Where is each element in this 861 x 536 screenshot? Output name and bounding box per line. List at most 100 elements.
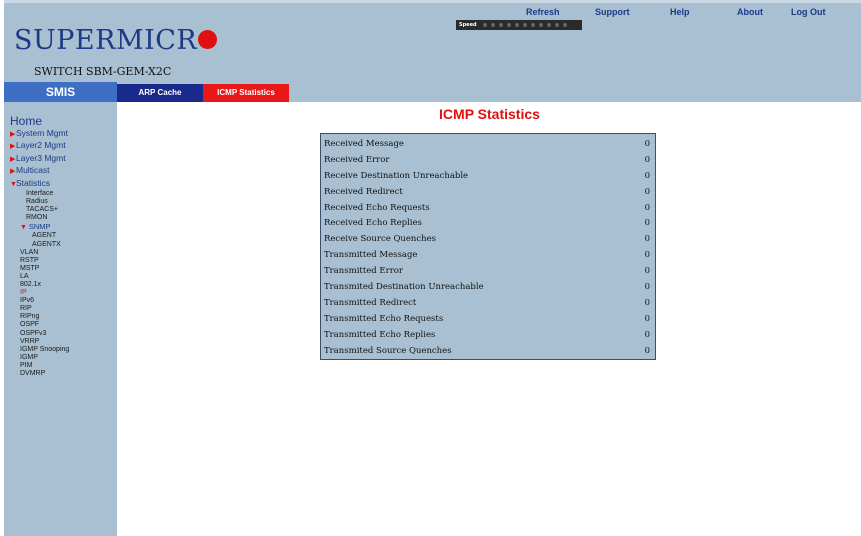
stats-row: Transmitted Error 0 bbox=[321, 263, 655, 279]
stat-label: Transmitted Echo Requests bbox=[324, 313, 444, 324]
stat-label: Receive Source Quenches bbox=[324, 234, 437, 245]
supermicro-logo: SUPERMICR bbox=[14, 25, 218, 56]
sidebar-sub-radius[interactable]: Radius bbox=[10, 198, 69, 206]
sidebar-sub-agent[interactable]: AGENT bbox=[10, 232, 69, 240]
stat-value: 0 bbox=[644, 218, 650, 229]
speed-label: Speed bbox=[459, 22, 477, 28]
sidebar-item-label: System Mgmt bbox=[16, 128, 68, 138]
stat-value: 0 bbox=[644, 250, 650, 261]
stats-row: Transmited Source Quenches 0 bbox=[321, 343, 655, 359]
logo-text: SUPERMICR bbox=[14, 25, 198, 56]
sidebar-item-layer2-mgmt[interactable]: ▶Layer2 Mgmt bbox=[10, 140, 69, 152]
sidebar-sub-rip[interactable]: RIP bbox=[10, 305, 69, 313]
sidebar-item-label: Statistics bbox=[16, 177, 51, 188]
sidebar-item-system-mgmt[interactable]: ▶System Mgmt bbox=[10, 128, 69, 140]
stat-value: 0 bbox=[644, 202, 650, 213]
sidebar-sub-la[interactable]: LA bbox=[10, 273, 69, 281]
sidebar-sub-vlan[interactable]: VLAN bbox=[10, 249, 69, 257]
port-led-icon bbox=[522, 23, 527, 27]
stat-value: 0 bbox=[644, 186, 650, 197]
sidebar-sub-rmon[interactable]: RMON bbox=[10, 214, 69, 222]
port-led-icon bbox=[506, 23, 511, 27]
help-link[interactable]: Help bbox=[670, 7, 690, 17]
stats-row: Transmitted Redirect 0 bbox=[321, 295, 655, 311]
sidebar-item-multicast[interactable]: ▶Multicast bbox=[10, 165, 69, 177]
sidebar-item-layer3-mgmt[interactable]: ▶Layer3 Mgmt bbox=[10, 153, 69, 165]
sidebar-item-label: SNMP bbox=[28, 222, 51, 232]
refresh-link[interactable]: Refresh bbox=[526, 7, 560, 17]
sidebar-item-statistics[interactable]: ▼Statistics bbox=[10, 178, 69, 190]
sidebar-sub-igmp-snooping[interactable]: IGMP Snooping bbox=[10, 346, 69, 354]
port-led-icon bbox=[546, 23, 551, 27]
stats-row: Received Echo Requests 0 bbox=[321, 200, 655, 216]
sidebar-sub-ipv6[interactable]: IPv6 bbox=[10, 297, 69, 305]
stat-label: Receive Destination Unreachable bbox=[324, 170, 469, 181]
sidebar-sub-ospfv3[interactable]: OSPFv3 bbox=[10, 330, 69, 338]
stat-label: Received Redirect bbox=[324, 186, 403, 197]
stat-label: Transmited Source Quenches bbox=[324, 345, 452, 356]
stat-label: Transmitted Redirect bbox=[324, 297, 417, 308]
sidebar-sub-agentx[interactable]: AGENTX bbox=[10, 241, 69, 249]
sidebar-sub-snmp[interactable]: ▼ SNMP bbox=[10, 222, 69, 232]
sidebar-sub-8021x[interactable]: 802.1x bbox=[10, 281, 69, 289]
sidebar-sub-dvmrp[interactable]: DVMRP bbox=[10, 370, 69, 378]
sidebar-item-label: Multicast bbox=[16, 165, 50, 176]
about-link[interactable]: About bbox=[737, 7, 763, 17]
stats-row: Received Echo Replies 0 bbox=[321, 215, 655, 231]
sidebar: Home ▶System Mgmt ▶Layer2 Mgmt ▶Layer3 M… bbox=[4, 102, 117, 536]
stat-value: 0 bbox=[644, 329, 650, 340]
stat-label: Received Echo Requests bbox=[324, 202, 430, 213]
sidebar-sub-tacacs[interactable]: TACACS+ bbox=[10, 206, 69, 214]
stat-label: Received Message bbox=[324, 138, 404, 149]
stats-row: Received Error 0 bbox=[321, 152, 655, 168]
stats-row: Transmitted Message 0 bbox=[321, 247, 655, 263]
port-led-icon bbox=[538, 23, 543, 27]
sidebar-item-label: Layer2 Mgmt bbox=[16, 140, 66, 151]
stat-label: Transmitted Error bbox=[324, 266, 403, 277]
smis-label: SMIS bbox=[4, 82, 117, 102]
stat-label: Received Echo Replies bbox=[324, 218, 422, 229]
stat-value: 0 bbox=[644, 345, 650, 356]
port-led-icon bbox=[514, 23, 519, 27]
sidebar-sub-vrrp[interactable]: VRRP bbox=[10, 338, 69, 346]
sidebar-sub-ip-active[interactable]: IP bbox=[10, 289, 69, 297]
support-link[interactable]: Support bbox=[595, 7, 630, 17]
port-led-icon bbox=[530, 23, 535, 27]
stat-value: 0 bbox=[644, 281, 650, 292]
sidebar-menu: ▶System Mgmt ▶Layer2 Mgmt ▶Layer3 Mgmt ▶… bbox=[10, 128, 69, 378]
port-led-icon bbox=[562, 23, 567, 27]
stats-row: Received Message 0 bbox=[321, 136, 655, 152]
stats-row: Receive Destination Unreachable 0 bbox=[321, 168, 655, 184]
sidebar-sub-igmp[interactable]: IGMP bbox=[10, 354, 69, 362]
port-led-icon bbox=[482, 23, 487, 27]
stat-value: 0 bbox=[644, 234, 650, 245]
sidebar-home-link[interactable]: Home bbox=[10, 114, 42, 128]
sidebar-sub-pim[interactable]: PIM bbox=[10, 362, 69, 370]
sidebar-sub-ripng[interactable]: RIPng bbox=[10, 313, 69, 321]
header-bar: SUPERMICR SWITCH SBM-GEM-X2C Speed Refre… bbox=[4, 0, 861, 82]
stat-label: Transmitted Message bbox=[324, 250, 418, 261]
port-led-icon bbox=[490, 23, 495, 27]
stats-row: Received Redirect 0 bbox=[321, 184, 655, 200]
port-led-icon bbox=[498, 23, 503, 27]
stat-value: 0 bbox=[644, 297, 650, 308]
tab-icmp-statistics[interactable]: ICMP Statistics bbox=[203, 84, 289, 102]
port-led-icon bbox=[554, 23, 559, 27]
sidebar-sub-mstp[interactable]: MSTP bbox=[10, 265, 69, 273]
page-title: ICMP Statistics bbox=[439, 106, 540, 122]
stat-value: 0 bbox=[644, 170, 650, 181]
stat-label: Transmited Destination Unreachable bbox=[324, 281, 484, 292]
sidebar-sub-interface[interactable]: Interface bbox=[10, 190, 69, 198]
sidebar-sub-ospf[interactable]: OSPF bbox=[10, 321, 69, 329]
stat-value: 0 bbox=[644, 154, 650, 165]
switch-name: SWITCH SBM-GEM-X2C bbox=[34, 65, 172, 78]
icmp-stats-table: Received Message 0 Received Error 0 Receiv… bbox=[320, 133, 656, 360]
stat-label: Transmitted Echo Replies bbox=[324, 329, 436, 340]
stats-row: Receive Source Quenches 0 bbox=[321, 231, 655, 247]
caret-down-icon: ▼ bbox=[20, 224, 29, 232]
speed-indicator: Speed bbox=[456, 20, 582, 30]
logout-link[interactable]: Log Out bbox=[791, 7, 826, 17]
tab-arp-cache[interactable]: ARP Cache bbox=[117, 84, 203, 102]
sidebar-sub-rstp[interactable]: RSTP bbox=[10, 257, 69, 265]
stat-label: Received Error bbox=[324, 154, 390, 165]
